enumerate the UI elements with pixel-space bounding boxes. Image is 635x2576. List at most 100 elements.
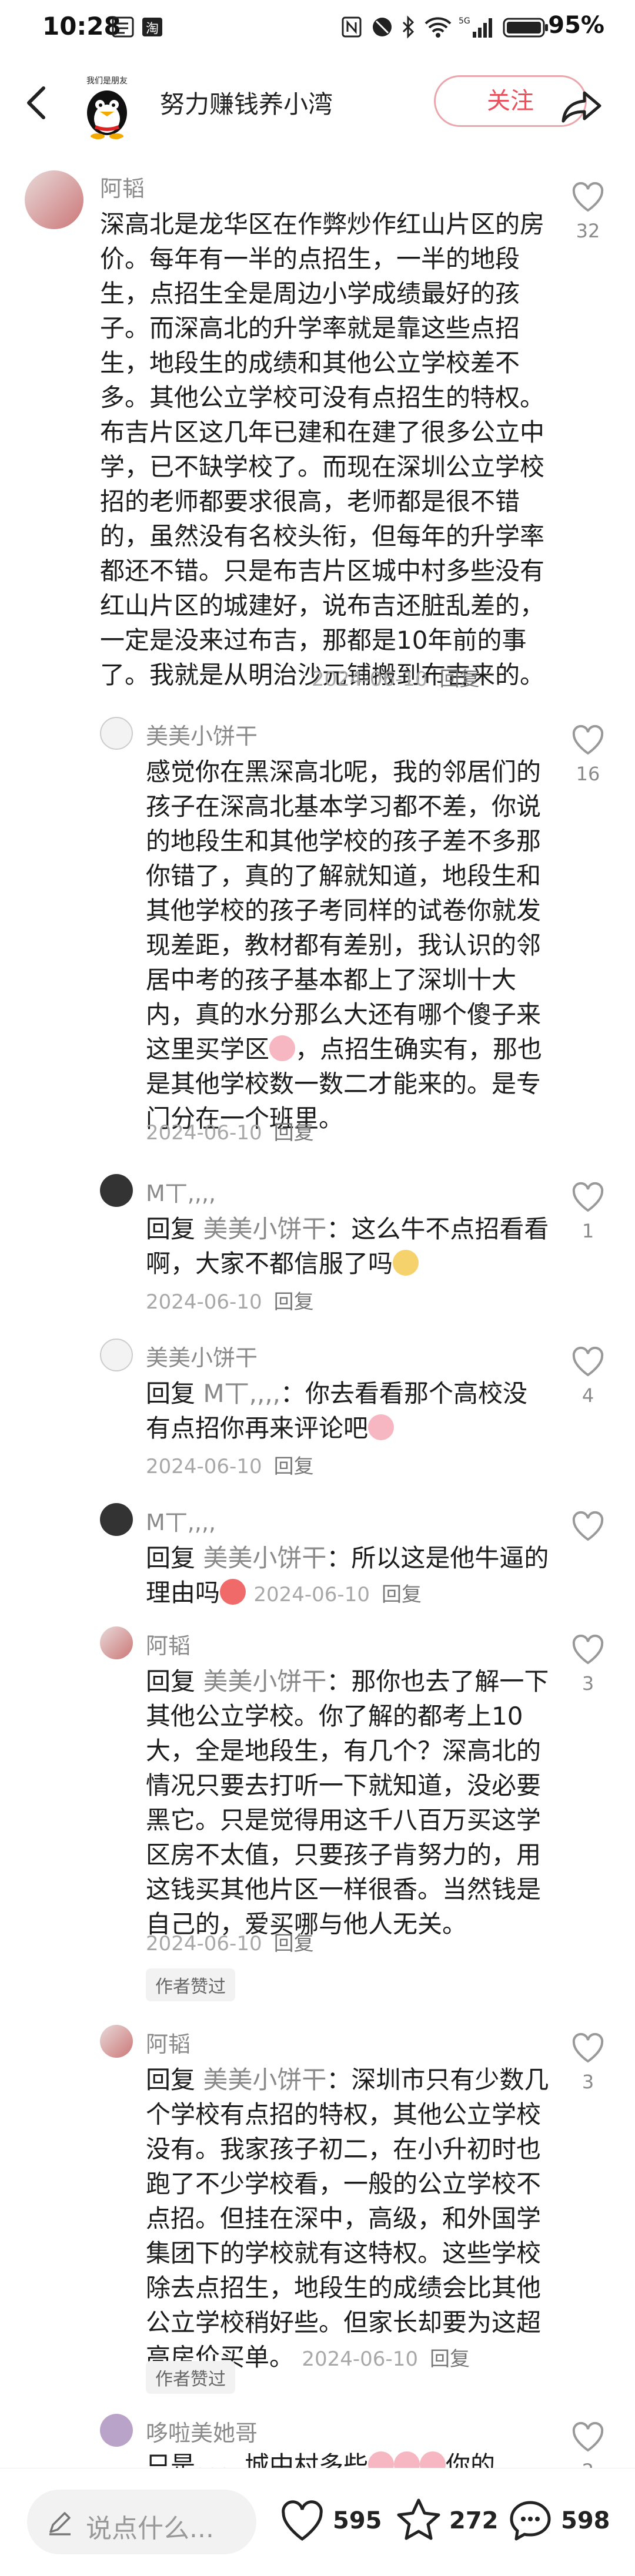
- battery-icon: [503, 18, 548, 38]
- like-total: 595: [333, 2507, 382, 2534]
- user-avatar[interactable]: [100, 1339, 133, 1371]
- like-heart-icon[interactable]: [279, 2498, 326, 2545]
- favorite-total: 272: [449, 2507, 499, 2534]
- comment-text-body: ：深圳市只有少数几个学校有点招的特权，其他公立学校没有。我家孩子初二，在小升初时…: [146, 2065, 549, 2372]
- reply-prefix: 回复: [146, 1667, 196, 1696]
- comment-text: 感觉你在黑深高北呢，我的邻居们的孩子在深高北基本学习都不差，你说的地段生和其他学…: [146, 754, 552, 1136]
- reply-prefix: 回复: [146, 1215, 196, 1243]
- user-avatar[interactable]: [100, 717, 133, 750]
- emoji-icon: [368, 1414, 395, 1440]
- comment-author[interactable]: 美美小饼干: [146, 1340, 258, 1372]
- back-arrow-icon[interactable]: [20, 82, 55, 123]
- comment-date: 2024-06-10: [302, 2347, 418, 2371]
- comment-bubble-icon[interactable]: [507, 2498, 554, 2545]
- like-heart-icon[interactable]: [570, 180, 606, 215]
- share-icon[interactable]: [559, 82, 606, 129]
- comment-text: 回复 美美小饼干：这么牛不点招看看啊，大家不都信服了吗: [146, 1212, 552, 1281]
- emoji-icon: [220, 1579, 246, 1605]
- comment-author[interactable]: 阿韬: [146, 2026, 190, 2058]
- svg-text:5G: 5G: [459, 16, 470, 26]
- reply-to-user[interactable]: 美美小饼干: [203, 1215, 326, 1243]
- comment-date: 2024-06-10: [253, 1583, 370, 1606]
- mute-icon: [373, 18, 392, 36]
- emoji-icon: [269, 1035, 296, 1061]
- reply-button[interactable]: 回复: [274, 1121, 314, 1145]
- app-notification-icon: [112, 16, 134, 38]
- reply-button[interactable]: 回复: [274, 1290, 314, 1314]
- reply-prefix: 回复: [146, 1379, 196, 1408]
- like-heart-icon[interactable]: [570, 1509, 606, 1544]
- like-heart-icon[interactable]: [570, 1180, 606, 1215]
- svg-text:淘: 淘: [146, 22, 159, 36]
- reply-button[interactable]: 回复: [440, 668, 480, 691]
- reply-to-user[interactable]: M丅,,,,: [203, 1379, 280, 1408]
- account-avatar[interactable]: 我们是朋友: [72, 71, 142, 141]
- reply-button[interactable]: 回复: [382, 1583, 422, 1606]
- comment-input[interactable]: 说点什么...: [27, 2490, 256, 2554]
- comment-date: 2024-06-10: [312, 668, 428, 691]
- user-avatar[interactable]: [100, 2025, 133, 2058]
- comment-meta: 2024-06-10 回复: [146, 1286, 314, 1314]
- comment-author[interactable]: 阿韬: [146, 1628, 190, 1660]
- like-count: 32: [576, 220, 600, 242]
- author-liked-badge: 作者赞过: [146, 1968, 235, 2001]
- nfc-icon: [342, 16, 362, 38]
- star-icon[interactable]: [395, 2497, 442, 2544]
- like-count: 3: [581, 1672, 594, 1695]
- avatar-logo-text: 我们是朋友: [86, 76, 128, 86]
- reply-to-user[interactable]: 美美小饼干: [203, 2065, 326, 2094]
- reply-button[interactable]: 回复: [274, 1932, 314, 1956]
- user-avatar[interactable]: [100, 1174, 133, 1207]
- comment-text: 回复 美美小饼干：深圳市只有少数几个学校有点招的特权，其他公立学校没有。我家孩子…: [146, 2062, 552, 2377]
- reply-button[interactable]: 回复: [430, 2347, 470, 2371]
- user-avatar[interactable]: [100, 1626, 133, 1659]
- comment-date: 2024-06-10: [146, 1290, 262, 1314]
- like-heart-icon[interactable]: [570, 2420, 606, 2455]
- like-count: 16: [576, 763, 600, 785]
- comment-text-body: ：那你也去了解一下其他公立学校。你了解的都考上10大，全是地段生，有几个？深高北…: [146, 1667, 549, 1938]
- comment-meta: 2024-06-10 回复: [146, 1450, 314, 1479]
- user-avatar[interactable]: [100, 1503, 133, 1536]
- user-avatar[interactable]: [100, 2414, 133, 2447]
- comment-meta: 2024-06-10 回复: [253, 1583, 422, 1606]
- like-heart-icon[interactable]: [570, 1344, 606, 1380]
- comment-date: 2024-06-10: [146, 1455, 262, 1478]
- emoji-icon: [393, 1250, 419, 1276]
- status-bar: 10:28 淘 5G 95%: [0, 0, 635, 59]
- comment-meta: 2024-06-10 回复: [146, 1116, 314, 1145]
- comment-text-body: 感觉你在黑深高北呢，我的邻居们的孩子在深高北基本学习都不差，你说的地段生和其他学…: [146, 757, 542, 1064]
- comment-author[interactable]: 美美小饼干: [146, 718, 258, 750]
- comment-text: 深高北是龙华区在作弊炒作红山片区的房价。每年有一半的点招生，一半的地段生，点招生…: [100, 210, 545, 689]
- top-header: 我们是朋友 努力赚钱养小湾 关注: [0, 59, 635, 147]
- reply-button[interactable]: 回复: [274, 1455, 314, 1478]
- comment-meta: 2024-06-10 回复: [312, 663, 480, 692]
- comment-author[interactable]: 哆啦美她哥: [146, 2415, 258, 2447]
- comment-author[interactable]: M丅,,,,: [146, 1175, 216, 1208]
- like-heart-icon[interactable]: [570, 2031, 606, 2066]
- author-liked-badge: 作者赞过: [146, 2361, 235, 2394]
- comment-author[interactable]: M丅,,,,: [146, 1504, 216, 1537]
- battery-percent: 95%: [548, 12, 604, 39]
- bottom-action-bar: 说点什么... 595 272 598: [0, 2468, 635, 2576]
- app-notification-icon-2: 淘: [142, 18, 162, 36]
- reply-to-user[interactable]: 美美小饼干: [203, 1667, 326, 1696]
- comment-input-placeholder: 说点什么...: [86, 2514, 214, 2544]
- like-heart-icon[interactable]: [570, 1632, 606, 1668]
- like-count: 3: [581, 2071, 594, 2093]
- like-count: 1: [581, 1220, 594, 1242]
- comment-author[interactable]: 阿韬: [100, 170, 145, 203]
- comment-meta: 2024-06-10 回复: [302, 2347, 470, 2371]
- comment-text: 回复 美美小饼干：那你也去了解一下其他公立学校。你了解的都考上10大，全是地段生…: [146, 1664, 552, 1941]
- bluetooth-icon: [402, 15, 415, 39]
- reply-prefix: 回复: [146, 2065, 196, 2094]
- comment-total: 598: [561, 2507, 610, 2534]
- wifi-icon: [425, 17, 452, 38]
- comment-text: 回复 美美小饼干：所以这是他牛逼的理由吗 2024-06-10 回复: [146, 1541, 552, 1612]
- like-heart-icon[interactable]: [570, 723, 606, 758]
- user-avatar[interactable]: [25, 170, 83, 229]
- like-count: 4: [581, 1384, 594, 1407]
- reply-to-user[interactable]: 美美小饼干: [203, 1544, 326, 1572]
- account-name[interactable]: 努力赚钱养小湾: [160, 85, 333, 120]
- reply-prefix: 回复: [146, 1544, 196, 1572]
- comment-meta: 2024-06-10 回复: [146, 1927, 314, 1956]
